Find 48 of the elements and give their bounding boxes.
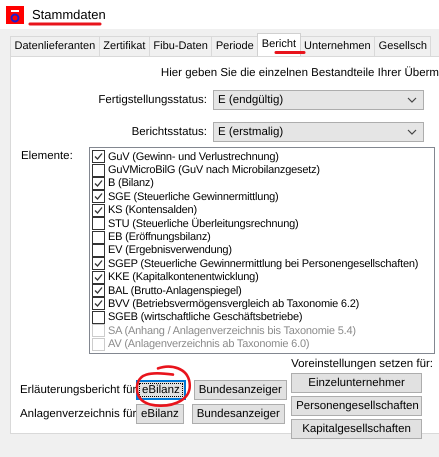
chevron-icon	[407, 97, 417, 103]
tab[interactable]: Bericht	[257, 33, 301, 56]
checkbox[interactable]	[92, 270, 105, 284]
checkbox-item[interactable]: KS (Kontensalden)	[92, 204, 432, 217]
checkbox-item[interactable]: EB (Eröffnungsbilanz)	[92, 230, 432, 244]
preset-button[interactable]: Einzelunternehmer	[291, 372, 422, 393]
checkbox[interactable]	[92, 297, 105, 310]
checkbox[interactable]	[92, 310, 105, 324]
report-button[interactable]: eBilanz	[136, 404, 184, 424]
checkbox[interactable]	[92, 204, 105, 217]
checkbox-item[interactable]: EV (Ergebnisverwendung)	[92, 244, 432, 258]
dropdown[interactable]: E (erstmalig)	[213, 122, 424, 142]
dropdown[interactable]: E (endgültig)	[213, 90, 424, 110]
checkbox[interactable]	[92, 284, 105, 298]
intro-text: Hier geben Sie die einzelnen Bestandteile Ihrer Überm	[160, 65, 439, 79]
report-button[interactable]: eBilanz	[136, 380, 186, 400]
checkbox-item[interactable]: SGE (Steuerliche Gewinnermittlung)	[92, 190, 432, 204]
chevron-icon	[407, 129, 417, 135]
preset-button[interactable]: Personengesellschaften	[291, 396, 422, 416]
checkbox-item[interactable]: BAL (Brutto-Anlagenspiegel)	[92, 284, 432, 298]
preset-button[interactable]: Kapitalgesellschaften	[291, 418, 422, 439]
tab[interactable]: Datenlieferanten	[10, 36, 100, 56]
checkbox-item[interactable]: SGEB (wirtschaftliche Geschäftsbetriebe)	[92, 310, 432, 324]
checkbox-item[interactable]: SGEP (Steuerliche Gewinnermittlung bei Personengesellschaften)	[92, 257, 432, 271]
checkbox[interactable]	[92, 230, 105, 244]
checkbox[interactable]	[92, 190, 105, 204]
checkbox[interactable]	[92, 176, 105, 190]
checkbox-item[interactable]: KKE (Kapitalkontenentwicklung)	[92, 270, 432, 284]
checkbox-item[interactable]: STU (Steuerliche Überleitungsrechnung)	[92, 216, 432, 230]
checkbox-item[interactable]: BVV (Betriebsvermögensvergleich ab Taxonomie 6.2)	[92, 297, 432, 311]
report-button[interactable]: Bundesanzeiger	[194, 380, 287, 400]
report-button[interactable]: Bundesanzeiger	[192, 404, 285, 424]
field-label: Berichtsstatus:	[130, 126, 208, 138]
field-label: Elemente:	[20, 149, 74, 164]
checkbox-item[interactable]: GuV (Gewinn- und Verlustrechnung)	[92, 150, 432, 164]
checkbox[interactable]	[92, 164, 105, 177]
app-logo-icon	[6, 6, 24, 24]
checkbox[interactable]	[92, 257, 105, 270]
checkbox-item[interactable]: B (Bilanz)	[92, 176, 432, 190]
checkbox[interactable]	[92, 217, 105, 230]
checkbox[interactable]	[92, 150, 105, 164]
tab[interactable]: Gesellsch	[374, 36, 432, 56]
field-label: Fertigstellungsstatus:	[97, 94, 208, 106]
checkbox-item[interactable]: GuVMicroBilG (GuV nach Microbilanzgesetz)	[92, 163, 432, 177]
presets-label: Voreinstellungen setzen für:	[291, 358, 433, 370]
annotation-underline	[274, 50, 306, 55]
window-title: Stammdaten	[32, 7, 106, 22]
checkbox[interactable]	[92, 244, 105, 257]
